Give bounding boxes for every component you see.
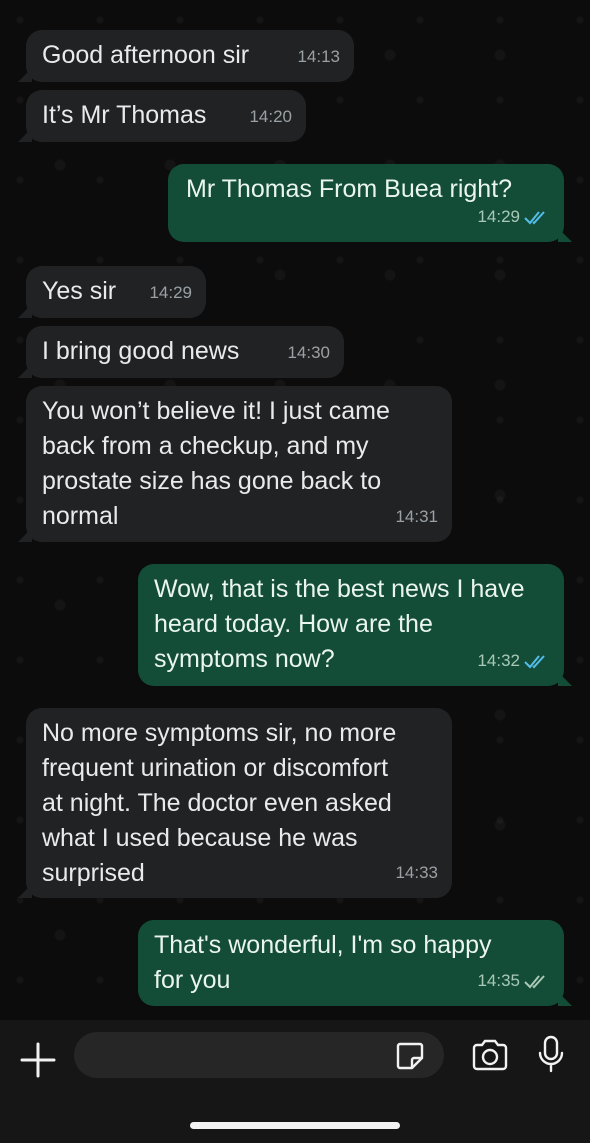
message-time: 14:33: [395, 863, 438, 882]
camera-icon[interactable]: [470, 1038, 510, 1072]
read-receipt-icon: [524, 210, 545, 224]
home-indicator: [190, 1122, 400, 1129]
message-outgoing[interactable]: Wow, that is the best news I have heard …: [138, 564, 572, 686]
message-time: 14:30: [287, 343, 330, 362]
delivered-receipt-icon: [524, 974, 545, 988]
microphone-icon[interactable]: [536, 1034, 566, 1074]
message-time: 14:32: [477, 643, 550, 678]
message-time: 14:20: [249, 107, 292, 126]
message-outgoing[interactable]: Mr Thomas From Buea right? 14:29: [168, 164, 572, 242]
message-incoming[interactable]: You won’t believe it! I just came back f…: [18, 386, 452, 542]
message-time: 14:29: [477, 199, 550, 234]
message-incoming[interactable]: I bring good news 14:30: [18, 326, 344, 378]
sticker-icon[interactable]: [394, 1040, 426, 1072]
message-incoming[interactable]: Good afternoon sir 14:13: [18, 30, 354, 82]
message-time: 14:13: [297, 47, 340, 66]
message-time: 14:29: [149, 283, 192, 302]
chat-area: Good afternoon sir 14:13 It’s Mr Thomas …: [0, 0, 590, 1020]
message-incoming[interactable]: No more symptoms sir, no more frequent u…: [18, 708, 452, 898]
message-incoming[interactable]: It’s Mr Thomas 14:20: [18, 90, 306, 142]
message-incoming[interactable]: Yes sir 14:29: [18, 266, 206, 318]
message-time: 14:31: [395, 507, 438, 526]
message-input[interactable]: [74, 1032, 444, 1078]
plus-icon[interactable]: [18, 1040, 58, 1080]
message-text: No more symptoms sir, no more frequent u…: [42, 719, 397, 887]
message-text: You won’t believe it! I just came back f…: [42, 397, 390, 530]
read-receipt-icon: [524, 654, 545, 668]
message-outgoing[interactable]: That's wonderful, I'm so happy for you 1…: [138, 920, 572, 1006]
message-time: 14:35: [477, 963, 550, 998]
